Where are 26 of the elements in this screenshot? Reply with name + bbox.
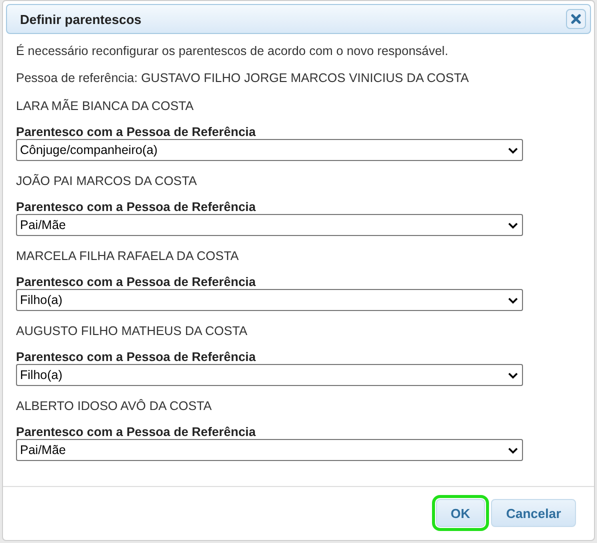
close-icon	[571, 14, 581, 24]
relationship-select[interactable]: Filho(a)	[16, 364, 523, 386]
member-name: MARCELA FILHA RAFAELA DA COSTA	[16, 248, 240, 264]
chevron-icon	[508, 446, 518, 454]
chevron-icon	[508, 222, 518, 228]
member-name: JOÃO PAI MARCOS DA COSTA	[16, 173, 198, 189]
dialog-title: Definir parentescos	[20, 12, 142, 26]
relationship-select[interactable]: Filho(a)	[16, 289, 523, 311]
field-label: Parentesco com a Pessoa de Referência	[16, 125, 257, 139]
reference-person: Pessoa de referência: GUSTAVO FILHO JORGE MARCOS VINICIUS DA COSTA	[16, 70, 470, 86]
field-label: Parentesco com a Pessoa de Referência	[16, 275, 257, 289]
relationship-select[interactable]: Cônjuge/companheiro(a)	[16, 139, 523, 161]
message-text: É necessário reconfigurar os parentescos de acordo com o novo responsável.	[16, 43, 450, 59]
relationship-select[interactable]: Pai/Mãe	[16, 439, 523, 461]
chevron-icon	[508, 296, 518, 304]
chevron-icon	[508, 372, 518, 378]
member-name: LARA MÃE BIANCA DA COSTA	[16, 98, 195, 114]
field-label: Parentesco com a Pessoa de Referência	[16, 350, 257, 364]
field-label: Parentesco com a Pessoa de Referência	[16, 200, 257, 214]
cancel-button[interactable]: Cancelar	[491, 499, 576, 527]
chevron-icon	[508, 146, 518, 154]
member-name: ALBERTO IDOSO AVÔ DA COSTA	[16, 398, 213, 414]
relationship-select[interactable]: Pai/Mãe	[16, 214, 523, 236]
close-button[interactable]	[566, 9, 586, 29]
member-name: AUGUSTO FILHO MATHEUS DA COSTA	[16, 323, 248, 339]
field-label: Parentesco com a Pessoa de Referência	[16, 425, 257, 439]
